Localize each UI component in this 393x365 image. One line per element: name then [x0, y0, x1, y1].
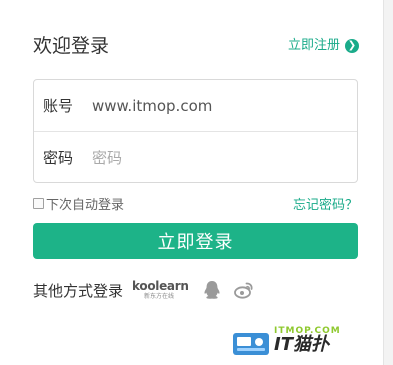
login-title: 欢迎登录	[33, 35, 110, 57]
account-label: 账号	[43, 97, 74, 115]
remember-checkbox[interactable]	[33, 197, 44, 209]
arrow-right-circle-icon: ❯	[345, 39, 359, 53]
password-label: 密码	[43, 149, 74, 167]
register-link[interactable]: 立即注册 ❯	[288, 37, 359, 55]
watermark-url: ITMOP.COM	[274, 326, 341, 336]
forgot-password-link[interactable]: 忘记密码？	[293, 194, 358, 213]
login-options: 下次自动登录 忘记密码？	[33, 194, 358, 213]
koolearn-logo: koolearn	[132, 278, 189, 293]
account-input[interactable]	[92, 90, 357, 121]
account-row: 账号	[34, 80, 357, 132]
koolearn-subtitle: 新东方在线	[144, 292, 175, 300]
other-login-label: 其他方式登录	[33, 281, 124, 300]
login-form: 账号 密码	[33, 79, 358, 183]
cat-logo-icon	[233, 333, 269, 355]
other-login-methods: 其他方式登录 koolearn 新东方在线	[33, 278, 265, 302]
login-button[interactable]: 立即登录	[33, 223, 358, 259]
password-input[interactable]	[92, 142, 357, 173]
site-watermark: ITMOP.COM IT猫扑	[232, 326, 340, 356]
register-label: 立即注册	[287, 38, 340, 53]
remember-label: 下次自动登录	[46, 197, 125, 213]
password-row: 密码	[34, 132, 357, 183]
koolearn-login-button[interactable]: koolearn 新东方在线	[132, 278, 189, 301]
login-card: 欢迎登录 立即注册 ❯ 账号 密码 下次自动登录 忘记密码？ 立即登录 其他方式…	[0, 0, 384, 365]
remember-me[interactable]: 下次自动登录	[33, 194, 124, 213]
weibo-icon[interactable]	[233, 279, 255, 301]
qq-icon[interactable]	[201, 279, 223, 301]
